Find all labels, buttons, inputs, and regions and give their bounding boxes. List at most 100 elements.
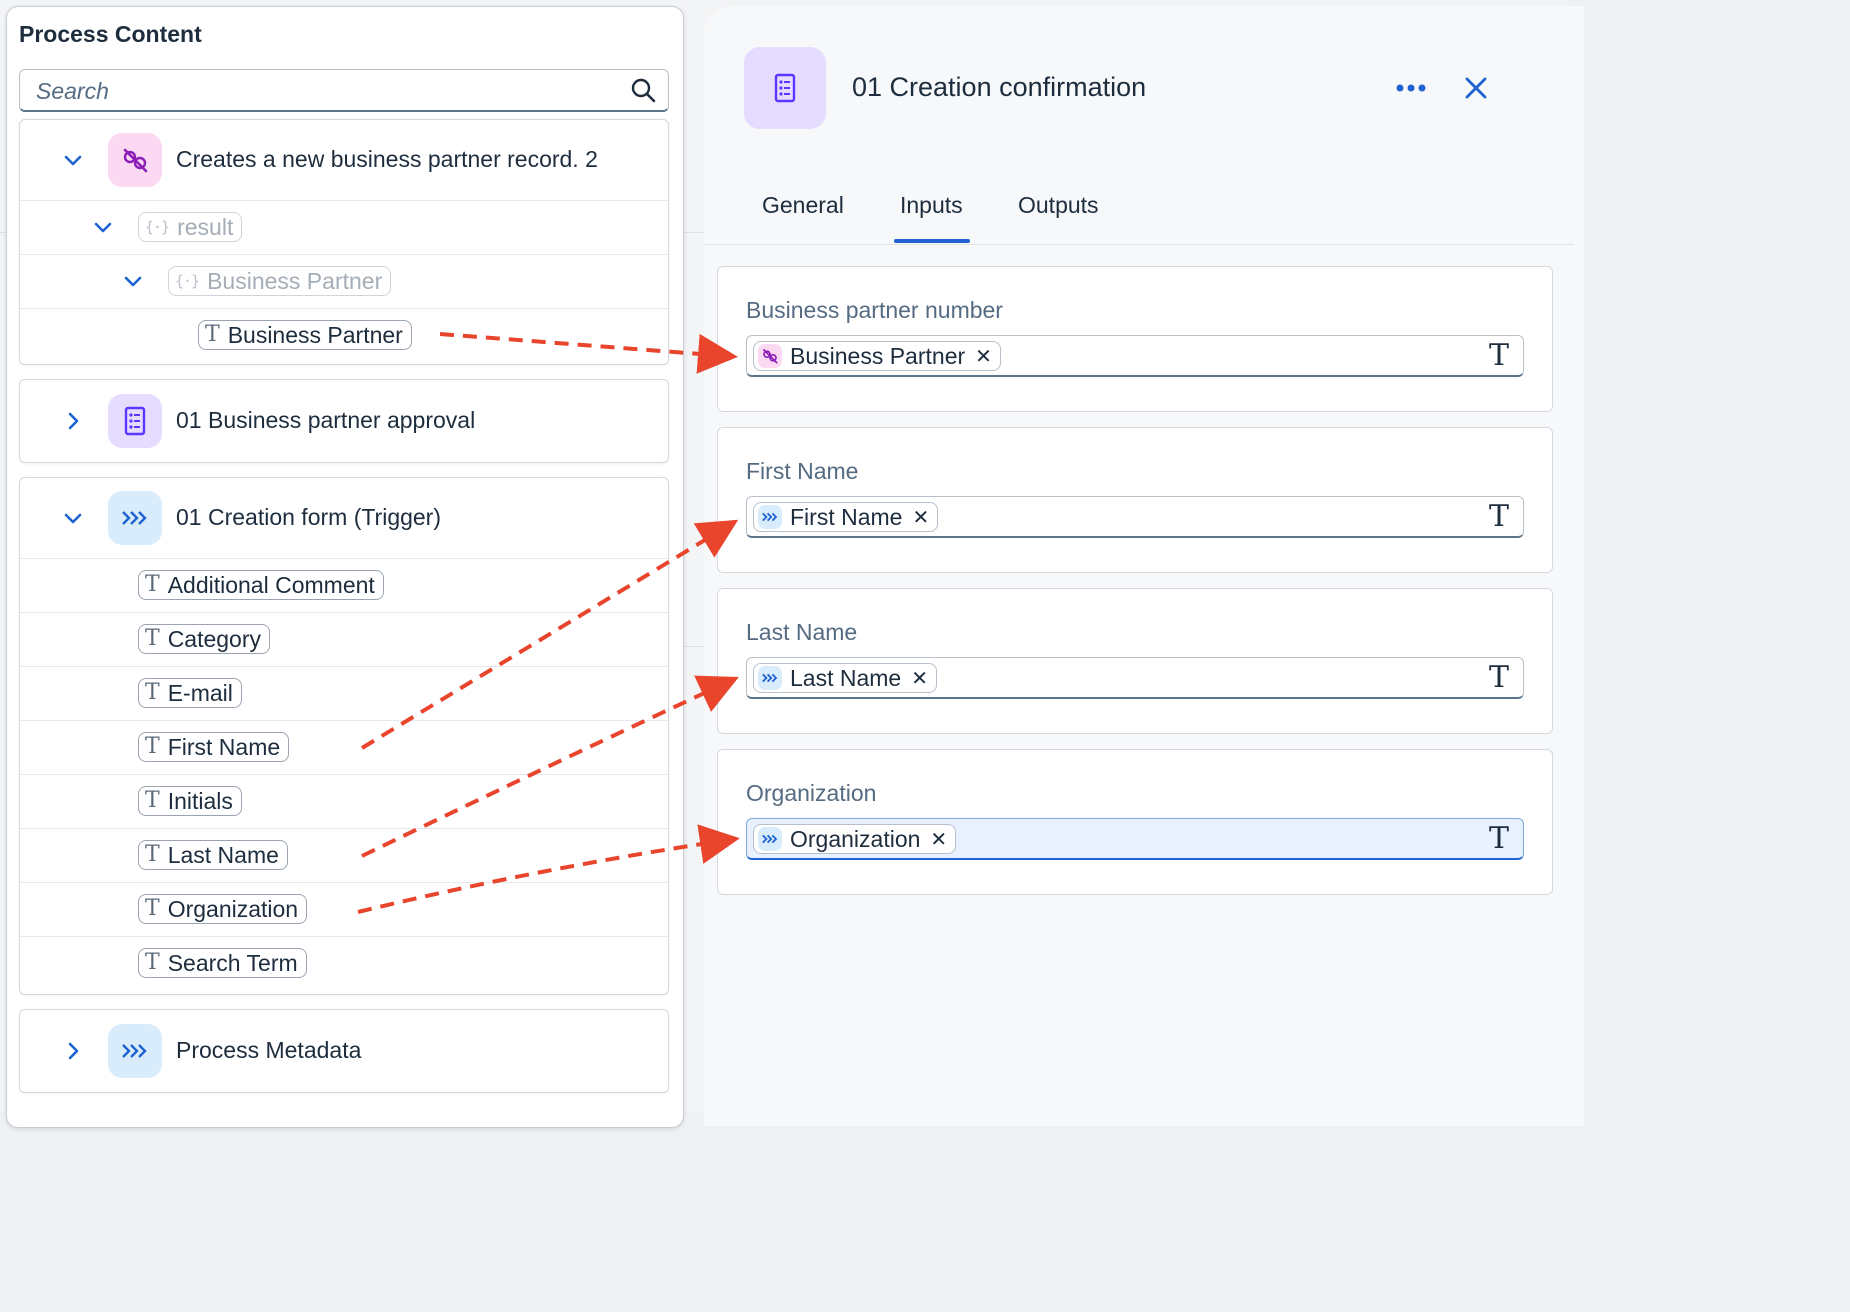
mapped-token[interactable]: Business Partner ✕ [753,341,1001,371]
tree-row[interactable]: 01 Business partner approval [20,380,668,462]
tab-general[interactable]: General [762,192,844,219]
tree-node-label: 01 Creation form (Trigger) [176,504,442,530]
chevron-down-icon[interactable] [62,149,84,171]
tree-text-chip[interactable]: T Category [138,624,271,654]
tree-row[interactable]: T Category [20,612,668,667]
text-type-icon: T [145,626,160,651]
tree-text-chip[interactable]: T Additional Comment [138,570,384,600]
tree-row[interactable]: T Organization [20,882,668,937]
chevron-right-icon[interactable] [62,1040,84,1062]
chip-label: Last Name [167,841,279,868]
tree-row[interactable]: {·} result [20,200,668,255]
chevron-right-icon[interactable] [62,410,84,432]
tree-row[interactable]: Creates a new business partner record. 2 [20,120,668,201]
chip-label: First Name [167,733,281,760]
token-label: Last Name [790,664,902,691]
tree-row[interactable]: Process Metadata [20,1010,668,1092]
text-type-icon[interactable]: T [1489,499,1509,534]
text-type-icon: T [145,788,160,813]
tree-text-chip[interactable]: T Search Term [138,948,307,978]
input-card-business-partner-number: Business partner number Business Partner… [717,266,1553,412]
text-type-icon[interactable]: T [1489,338,1509,373]
tree-text-chip[interactable]: T E-mail [138,678,242,708]
chip-label: Organization [167,895,299,922]
search-field[interactable] [19,69,669,112]
tree-node-label: Creates a new business partner record. 2 [176,146,598,172]
mapping-input[interactable]: First Name ✕ T [746,496,1524,538]
trigger-chevrons-icon [758,666,782,690]
tree-node-label: 01 Business partner approval [176,407,476,433]
mapping-input[interactable]: Last Name ✕ T [746,657,1524,699]
text-type-icon: T [145,950,160,975]
form-document-icon [744,47,826,129]
trigger-chevrons-icon [758,827,782,851]
panel-title: Process Content [19,21,202,47]
tree-group-business-partner-record: Creates a new business partner record. 2… [19,119,669,365]
chip-label: result [177,213,234,240]
chip-label: Additional Comment [167,571,375,598]
token-label: First Name [790,503,903,530]
remove-token-icon[interactable]: ✕ [912,505,929,530]
tree-row[interactable]: T Business Partner [20,308,668,364]
step-details-panel: 01 Creation confirmation General Inputs … [704,6,1584,1126]
tree-row[interactable]: T Additional Comment [20,558,668,613]
active-tab-indicator [894,239,970,243]
text-type-icon[interactable]: T [1489,660,1509,695]
remove-token-icon[interactable]: ✕ [930,827,947,852]
remove-token-icon[interactable]: ✕ [911,666,928,691]
mapped-token[interactable]: Last Name ✕ [753,663,937,693]
tree-object-chip[interactable]: {·} Business Partner [168,266,392,296]
chevron-down-icon[interactable] [62,507,84,529]
mapping-input[interactable]: Organization ✕ T [746,818,1524,860]
field-label: First Name [746,458,859,484]
tree-object-chip[interactable]: {·} result [138,212,243,242]
field-label: Organization [746,780,877,806]
tree-row[interactable]: T First Name [20,720,668,775]
mapped-token[interactable]: Organization ✕ [753,824,957,854]
chip-label: Category [167,625,262,652]
tree-row[interactable]: 01 Creation form (Trigger) [20,478,668,559]
tree-text-chip[interactable]: T First Name [138,732,290,762]
chevron-down-icon[interactable] [92,216,114,238]
field-label: Business partner number [746,297,1003,323]
chevron-down-icon[interactable] [122,270,144,292]
remove-token-icon[interactable]: ✕ [975,344,992,369]
more-dots-icon [1396,84,1426,92]
text-type-icon: T [145,842,160,867]
tree-group-creation-form: 01 Creation form (Trigger) T Additional C… [19,477,669,995]
tree-row[interactable]: T Search Term [20,936,668,994]
step-title: 01 Creation confirmation [852,72,1147,102]
search-input[interactable] [34,76,618,106]
tree-row[interactable]: T E-mail [20,666,668,721]
form-document-icon [108,394,162,448]
tree-text-chip[interactable]: T Initials [138,786,242,816]
chip-label: Search Term [167,949,298,976]
tab-outputs[interactable]: Outputs [1018,192,1099,219]
mapping-input[interactable]: Business Partner ✕ T [746,335,1524,377]
tree-group-business-partner-approval: 01 Business partner approval [19,379,669,463]
text-type-icon: T [145,896,160,921]
tree-row[interactable]: T Initials [20,774,668,829]
mapped-token[interactable]: First Name ✕ [753,502,939,532]
action-link-icon [758,344,782,368]
chip-label: Business Partner [207,267,383,294]
tree-node-label: Process Metadata [176,1037,362,1063]
tree-text-chip[interactable]: T Business Partner [198,320,412,350]
more-button[interactable] [1394,76,1428,100]
text-type-icon: T [145,680,160,705]
input-card-organization: Organization Organization ✕ T [717,749,1553,895]
text-type-icon[interactable]: T [1489,821,1509,856]
object-curly-icon: {·} [145,218,170,236]
tree-row[interactable]: {·} Business Partner [20,254,668,309]
process-content-panel: Process Content Creates a new business p… [6,6,684,1128]
trigger-chevrons-icon [108,491,162,545]
tree-text-chip[interactable]: T Organization [138,894,308,924]
tab-inputs[interactable]: Inputs [900,192,963,219]
close-icon[interactable] [1462,74,1490,102]
field-label: Last Name [746,619,858,645]
tree-text-chip[interactable]: T Last Name [138,840,288,870]
background-divider [684,646,706,647]
token-label: Business Partner [790,342,966,369]
search-icon[interactable] [630,77,656,103]
tree-row[interactable]: T Last Name [20,828,668,883]
